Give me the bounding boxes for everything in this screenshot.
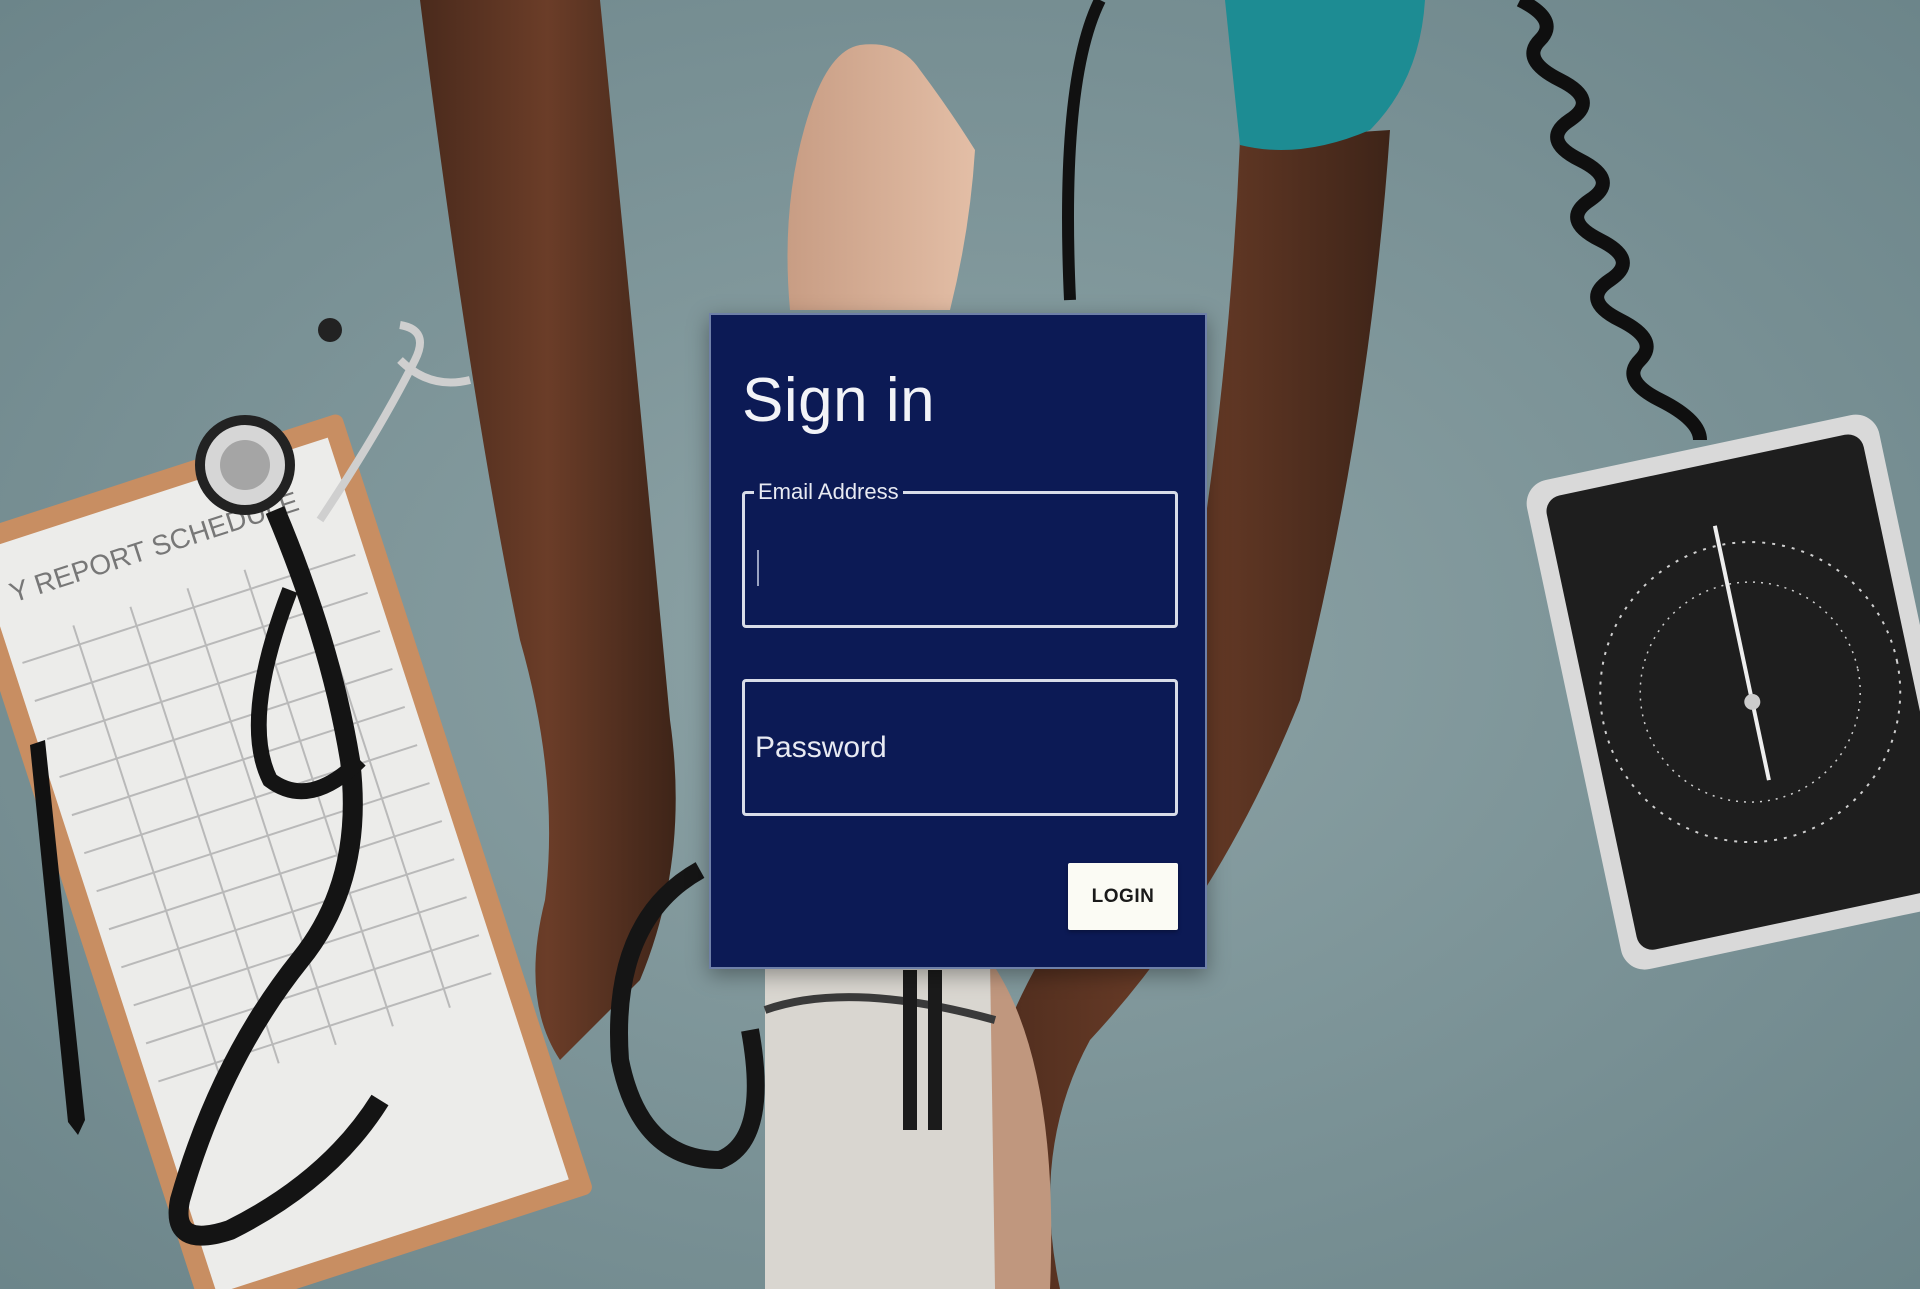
- sign-in-title: Sign in: [742, 366, 936, 435]
- email-field[interactable]: Email Address: [742, 479, 1178, 628]
- login-page: Y REPORT SCHEDULE Sign in Email Address …: [0, 0, 1920, 1289]
- sign-in-card: Sign in Email Address LOGIN: [709, 313, 1207, 969]
- email-input[interactable]: [755, 512, 1165, 608]
- login-button[interactable]: LOGIN: [1068, 863, 1178, 930]
- password-input[interactable]: [755, 700, 1165, 796]
- email-label: Email Address: [754, 479, 903, 505]
- password-field[interactable]: [742, 679, 1178, 816]
